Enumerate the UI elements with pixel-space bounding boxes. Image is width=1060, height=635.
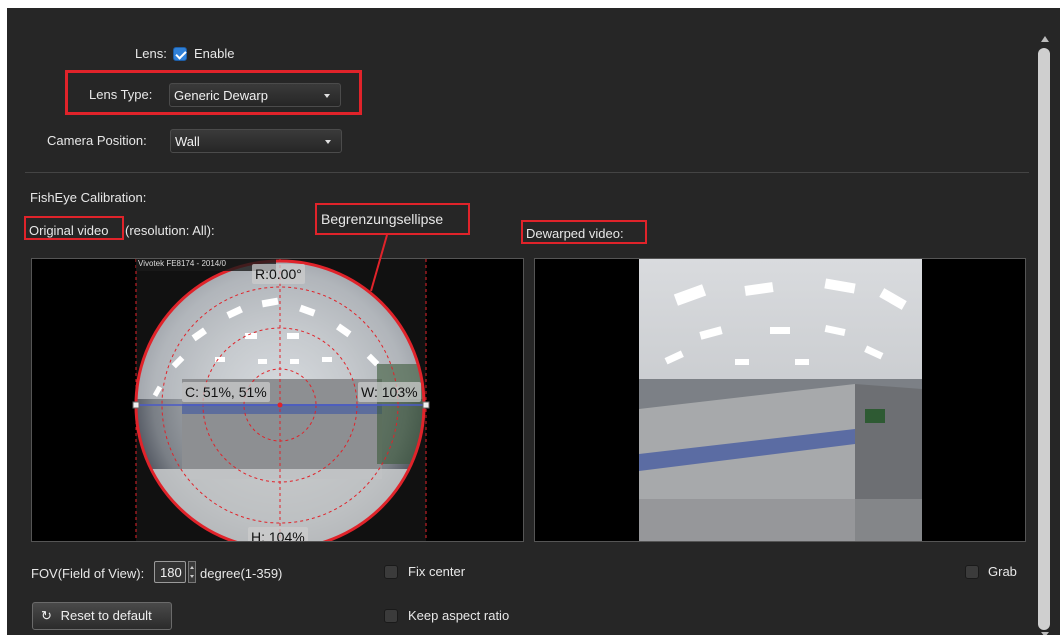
- fov-label: FOV(Field of View):: [31, 566, 145, 581]
- reset-button-label: Reset to default: [60, 608, 152, 623]
- lens-type-select[interactable]: Generic Dewarp: [169, 83, 341, 107]
- resolution-label: (resolution: All):: [125, 223, 215, 238]
- height-readout: H: 104%: [248, 527, 308, 541]
- fix-center-label[interactable]: Fix center: [408, 564, 465, 579]
- rotation-readout: R:0.00°: [252, 264, 305, 284]
- camera-position-value: Wall: [175, 134, 200, 149]
- fov-unit: degree(1-359): [200, 566, 283, 581]
- fisheye-image: [132, 259, 430, 541]
- scrollbar-thumb[interactable]: [1038, 48, 1050, 630]
- fix-center-checkbox[interactable]: [384, 565, 398, 579]
- fov-input[interactable]: 180: [154, 561, 186, 583]
- chevron-down-icon: [324, 94, 330, 98]
- camera-position-label: Camera Position:: [47, 133, 147, 148]
- dewarped-video-label: Dewarped video:: [526, 226, 624, 241]
- fov-value: 180: [160, 565, 182, 580]
- callout-label: Begrenzungsellipse: [321, 211, 444, 227]
- keep-aspect-ratio-label[interactable]: Keep aspect ratio: [408, 608, 509, 623]
- keep-aspect-ratio-checkbox[interactable]: [384, 609, 398, 623]
- scroll-up-arrow-icon[interactable]: [1041, 36, 1049, 42]
- lens-enable-checkbox[interactable]: [173, 47, 187, 61]
- fisheye-settings-panel: Lens: Enable Lens Type: Generic Dewarp C…: [7, 8, 1060, 635]
- camera-overlay-text: Vivotek FE8174 - 2014/0: [138, 259, 226, 268]
- fov-stepper[interactable]: [188, 561, 196, 583]
- lens-enable-label[interactable]: Enable: [194, 46, 234, 61]
- chevron-down-icon: [325, 140, 331, 144]
- lens-type-value: Generic Dewarp: [174, 88, 268, 103]
- original-video-label: Original video: [29, 223, 109, 238]
- dewarped-video-view[interactable]: [534, 258, 1026, 542]
- lens-label: Lens:: [135, 46, 167, 61]
- grab-checkbox[interactable]: [965, 565, 979, 579]
- vertical-scrollbar[interactable]: [1037, 34, 1053, 635]
- lens-type-label: Lens Type:: [89, 87, 153, 102]
- camera-position-select[interactable]: Wall: [170, 129, 342, 153]
- grab-label[interactable]: Grab: [988, 564, 1017, 579]
- reset-to-default-button[interactable]: ↻ Reset to default: [32, 602, 172, 630]
- divider: [25, 172, 1029, 173]
- center-readout: C: 51%, 51%: [182, 382, 270, 402]
- width-readout: W: 103%: [358, 382, 421, 402]
- original-video-view[interactable]: Vivotek FE8174 - 2014/0 R:0.00° C: 51%, …: [31, 258, 524, 542]
- callout-pointer: [370, 234, 388, 292]
- refresh-icon: ↻: [41, 608, 52, 623]
- calibration-title: FishEye Calibration:: [30, 190, 147, 205]
- dewarped-image: [639, 259, 922, 541]
